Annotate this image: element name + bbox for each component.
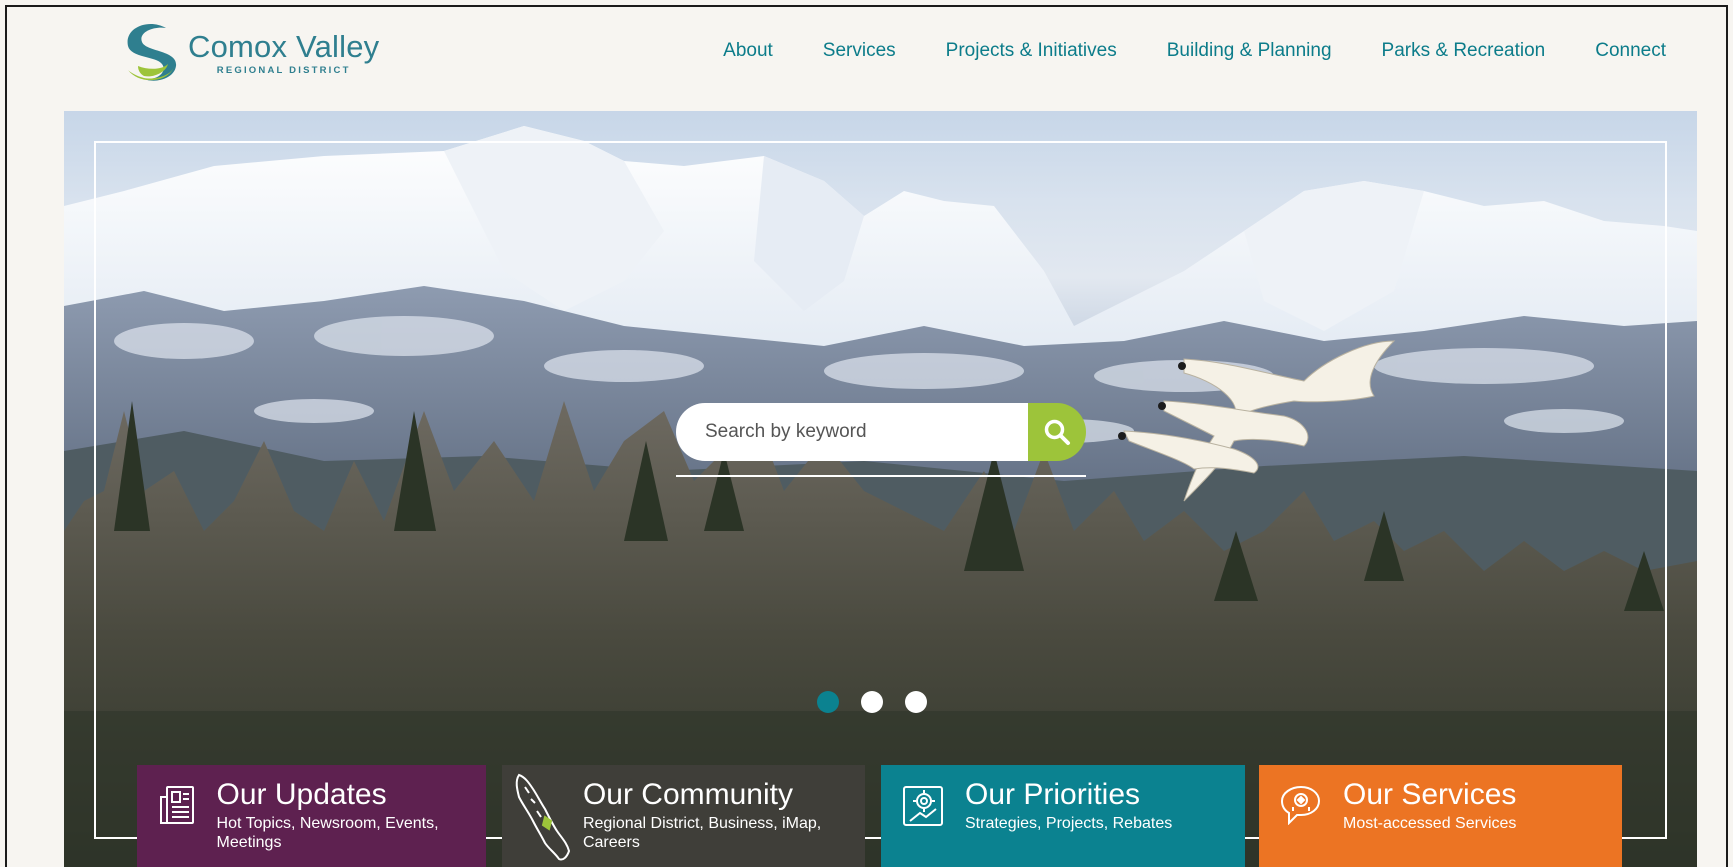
nav-building-planning[interactable]: Building & Planning [1167, 40, 1332, 62]
site-header: Comox Valley REGIONAL DISTRICT About Ser… [0, 0, 1733, 110]
main-nav: About Services Projects & Initiatives Bu… [723, 40, 1666, 62]
nav-services[interactable]: Services [823, 40, 896, 62]
tile-subtitle: Hot Topics, Newsroom, Events, Meetings [216, 815, 439, 851]
hero-image [64, 126, 1697, 867]
services-icon [1280, 785, 1321, 825]
carousel-dot-1[interactable] [817, 691, 839, 713]
search-bar [676, 403, 1086, 461]
logo-subtitle: REGIONAL DISTRICT [216, 65, 351, 76]
search-icon [1044, 419, 1070, 445]
tile-title: Our Community [582, 778, 793, 811]
nav-connect[interactable]: Connect [1595, 40, 1666, 62]
nav-projects-initiatives[interactable]: Projects & Initiatives [946, 40, 1117, 62]
logo-mark-icon [127, 24, 177, 81]
nav-about[interactable]: About [723, 40, 773, 62]
search-input[interactable] [676, 403, 1028, 461]
tile-subtitle: Most-accessed Services [1343, 815, 1517, 832]
carousel-dot-3[interactable] [905, 691, 927, 713]
newspaper-icon [159, 786, 194, 824]
tile-title: Our Priorities [965, 778, 1141, 811]
tile-our-services[interactable]: Our Services Most-accessed Services [1259, 765, 1622, 867]
tile-title: Our Services [1343, 778, 1517, 811]
logo-title: Comox Valley [188, 29, 380, 64]
priorities-icon [903, 786, 943, 826]
search-underline [676, 475, 1086, 477]
tile-our-priorities[interactable]: Our Priorities Strategies, Projects, Reb… [881, 765, 1245, 867]
hero-banner [64, 111, 1697, 867]
search-button[interactable] [1028, 403, 1086, 461]
map-icon [516, 773, 571, 861]
carousel-dot-2[interactable] [861, 691, 883, 713]
nav-parks-recreation[interactable]: Parks & Recreation [1382, 40, 1546, 62]
tile-subtitle: Regional District, Business, iMap, Caree… [582, 815, 822, 851]
tile-our-community[interactable]: Our Community Regional District, Busines… [502, 765, 865, 867]
tile-subtitle: Strategies, Projects, Rebates [965, 815, 1173, 832]
carousel-dots [817, 691, 927, 713]
tile-title: Our Updates [216, 778, 387, 811]
site-logo[interactable]: Comox Valley REGIONAL DISTRICT [118, 20, 398, 86]
tile-our-updates[interactable]: Our Updates Hot Topics, Newsroom, Events… [137, 765, 486, 867]
